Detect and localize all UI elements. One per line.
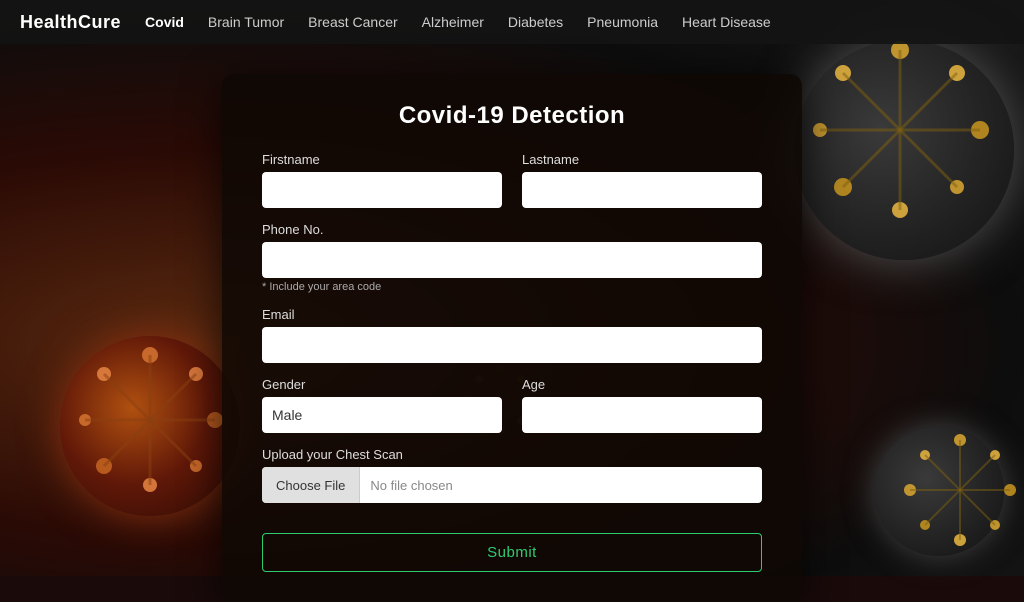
firstname-label: Firstname	[262, 152, 502, 167]
file-choose-button[interactable]: Choose File	[262, 467, 360, 503]
phone-group: Phone No. * Include your area code	[262, 222, 762, 293]
upload-row: Upload your Chest Scan Choose File No fi…	[262, 447, 762, 503]
gender-label: Gender	[262, 377, 502, 392]
firstname-group: Firstname	[262, 152, 502, 208]
phone-input[interactable]	[262, 242, 762, 278]
lastname-label: Lastname	[522, 152, 762, 167]
upload-label: Upload your Chest Scan	[262, 447, 762, 462]
submit-button[interactable]: Submit	[262, 533, 762, 572]
form-card: Covid-19 Detection Firstname Lastname Ph…	[222, 74, 802, 602]
brand-logo: HealthCure	[20, 12, 121, 33]
nav-breast-cancer[interactable]: Breast Cancer	[308, 14, 397, 30]
lastname-input[interactable]	[522, 172, 762, 208]
firstname-input[interactable]	[262, 172, 502, 208]
email-group: Email	[262, 307, 762, 363]
lastname-group: Lastname	[522, 152, 762, 208]
navbar: HealthCure Covid Brain Tumor Breast Canc…	[0, 0, 1024, 44]
main-content: Covid-19 Detection Firstname Lastname Ph…	[0, 44, 1024, 576]
nav-covid[interactable]: Covid	[145, 14, 184, 30]
email-input[interactable]	[262, 327, 762, 363]
phone-label: Phone No.	[262, 222, 762, 237]
email-label: Email	[262, 307, 762, 322]
email-row: Email	[262, 307, 762, 363]
upload-group: Upload your Chest Scan Choose File No fi…	[262, 447, 762, 503]
name-row: Firstname Lastname	[262, 152, 762, 208]
nav-heart-disease[interactable]: Heart Disease	[682, 14, 771, 30]
nav-alzheimer[interactable]: Alzheimer	[422, 14, 484, 30]
nav-pneumonia[interactable]: Pneumonia	[587, 14, 658, 30]
age-input[interactable]	[522, 397, 762, 433]
gender-group: Gender Male Female Other	[262, 377, 502, 433]
nav-brain-tumor[interactable]: Brain Tumor	[208, 14, 284, 30]
phone-hint: * Include your area code	[262, 281, 762, 293]
gender-age-row: Gender Male Female Other Age	[262, 377, 762, 433]
form-title: Covid-19 Detection	[262, 102, 762, 130]
age-group: Age	[522, 377, 762, 433]
nav-diabetes[interactable]: Diabetes	[508, 14, 563, 30]
gender-select[interactable]: Male Female Other	[262, 397, 502, 433]
age-label: Age	[522, 377, 762, 392]
file-input-wrapper: Choose File No file chosen	[262, 467, 762, 503]
file-name-display: No file chosen	[360, 478, 762, 493]
phone-row: Phone No. * Include your area code	[262, 222, 762, 293]
